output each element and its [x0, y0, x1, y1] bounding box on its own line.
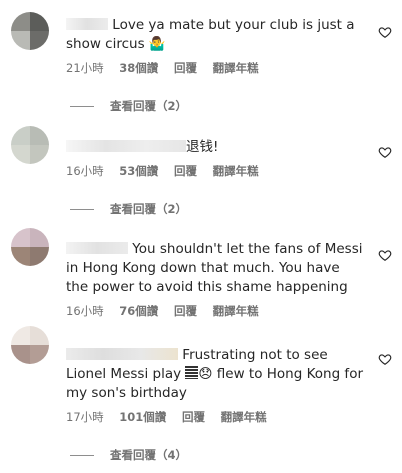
username-blurred[interactable] [66, 242, 128, 254]
view-replies-button[interactable]: 查看回覆（4） [70, 447, 187, 463]
divider-line [70, 105, 94, 107]
view-replies-label[interactable]: 查看回覆（2） [110, 98, 187, 114]
timestamp: 21小時 [66, 61, 104, 75]
reply-button[interactable]: 回覆 [174, 304, 197, 318]
timestamp: 16小時 [66, 304, 104, 318]
view-replies-label[interactable]: 查看回覆（4） [110, 447, 187, 463]
view-replies-label[interactable]: 查看回覆（2） [110, 201, 187, 217]
comment-meta: 16小時 53個讚 回覆 翻譯年糕 [66, 163, 366, 179]
timestamp: 17小時 [66, 410, 104, 424]
comment-meta: 21小時 38個讚 回覆 翻譯年糕 [66, 60, 366, 76]
comment-text: 退钱! [66, 138, 366, 157]
likes-count[interactable]: 101個讚 [119, 410, 166, 424]
likes-count[interactable]: 38個讚 [119, 61, 158, 75]
disappointed-emoji: 😞 [198, 366, 213, 382]
username-blurred[interactable] [66, 140, 186, 152]
translate-button[interactable]: 翻譯年糕 [221, 410, 267, 424]
divider-line [70, 208, 94, 210]
heart-outline-icon[interactable] [378, 145, 392, 159]
timestamp: 16小時 [66, 164, 104, 178]
username-blurred[interactable] [66, 348, 178, 360]
translate-button[interactable]: 翻譯年糕 [213, 304, 259, 318]
likes-count[interactable]: 76個讚 [119, 304, 158, 318]
comment-text: You shouldn't let the fans of Messi in H… [66, 241, 363, 295]
heart-outline-icon[interactable] [378, 352, 392, 366]
translate-button[interactable]: 翻譯年糕 [213, 61, 259, 75]
heart-outline-icon[interactable] [378, 248, 392, 262]
avatar[interactable] [11, 12, 49, 50]
comment-text: Frustrating not to see Lionel Messi play… [66, 347, 363, 401]
shrug-emoji: 🤷‍♂️ [148, 36, 166, 52]
avatar[interactable] [11, 126, 49, 164]
comment-meta: 17小時 101個讚 回覆 翻譯年糕 [66, 409, 366, 425]
reply-button[interactable]: 回覆 [182, 410, 205, 424]
comment-text: Love ya mate but your club is just a sho… [66, 17, 355, 52]
likes-count[interactable]: 53個讚 [119, 164, 158, 178]
avatar[interactable] [11, 228, 49, 266]
reply-button[interactable]: 回覆 [174, 61, 197, 75]
view-replies-button[interactable]: 查看回覆（2） [70, 201, 187, 217]
flag-stripes-icon [185, 366, 199, 379]
translate-button[interactable]: 翻譯年糕 [213, 164, 259, 178]
heart-outline-icon[interactable] [378, 25, 392, 39]
username-blurred[interactable] [66, 18, 108, 30]
avatar[interactable] [11, 326, 49, 364]
comment-meta: 16小時 76個讚 回覆 翻譯年糕 [66, 303, 366, 319]
divider-line [70, 454, 94, 456]
reply-button[interactable]: 回覆 [174, 164, 197, 178]
view-replies-button[interactable]: 查看回覆（2） [70, 98, 187, 114]
